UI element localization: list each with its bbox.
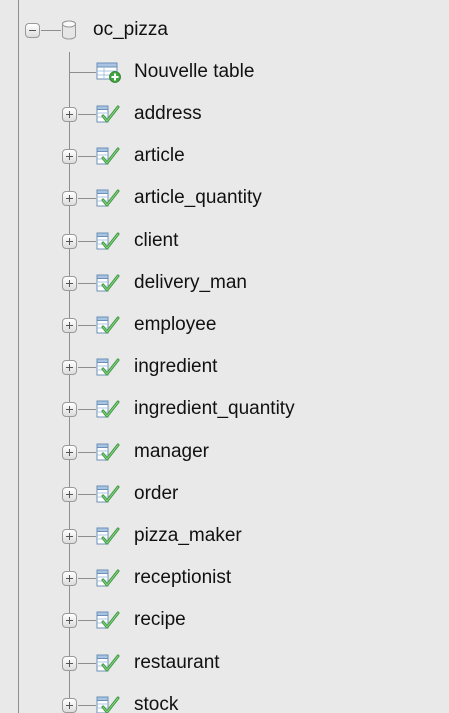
expand-icon[interactable] bbox=[62, 571, 77, 586]
expand-icon[interactable] bbox=[62, 107, 77, 122]
tree-connector bbox=[78, 409, 96, 410]
table-name[interactable]: article bbox=[134, 145, 185, 167]
tree-connector bbox=[78, 325, 96, 326]
table-row[interactable]: employee bbox=[0, 305, 449, 347]
new-table-icon bbox=[96, 62, 121, 83]
expand-icon[interactable] bbox=[62, 360, 77, 375]
table-row[interactable]: pizza_maker bbox=[0, 516, 449, 558]
table-row[interactable]: article_quantity bbox=[0, 178, 449, 220]
tree-connector bbox=[78, 367, 96, 368]
tree-connector bbox=[78, 705, 96, 706]
expand-icon[interactable] bbox=[62, 191, 77, 206]
table-icon[interactable] bbox=[96, 652, 122, 674]
table-name[interactable]: employee bbox=[134, 314, 216, 336]
tree-connector bbox=[78, 663, 96, 664]
table-name[interactable]: stock bbox=[134, 694, 178, 713]
collapse-icon[interactable] bbox=[25, 23, 40, 38]
new-table-node[interactable]: Nouvelle table bbox=[0, 52, 449, 94]
expand-icon[interactable] bbox=[62, 529, 77, 544]
table-name[interactable]: receptionist bbox=[134, 567, 231, 589]
expand-icon[interactable] bbox=[62, 698, 77, 713]
tree-connector bbox=[78, 114, 96, 115]
table-row[interactable]: delivery_man bbox=[0, 263, 449, 305]
tree-connector bbox=[78, 452, 96, 453]
table-row[interactable]: order bbox=[0, 474, 449, 516]
expand-icon[interactable] bbox=[62, 402, 77, 417]
table-name[interactable]: client bbox=[134, 230, 178, 252]
expand-icon[interactable] bbox=[62, 487, 77, 502]
table-name[interactable]: ingredient_quantity bbox=[134, 398, 295, 420]
expand-icon[interactable] bbox=[62, 149, 77, 164]
table-name[interactable]: recipe bbox=[134, 609, 186, 631]
table-name[interactable]: address bbox=[134, 103, 202, 125]
table-row[interactable]: ingredient_quantity bbox=[0, 389, 449, 431]
table-icon[interactable] bbox=[96, 187, 122, 209]
table-icon[interactable] bbox=[96, 272, 122, 294]
tree-connector bbox=[78, 494, 96, 495]
table-row[interactable]: manager bbox=[0, 432, 449, 474]
expand-icon[interactable] bbox=[62, 613, 77, 628]
table-row[interactable]: ingredient bbox=[0, 347, 449, 389]
database-icon bbox=[62, 20, 76, 40]
table-row[interactable]: stock bbox=[0, 685, 449, 713]
tree-connector bbox=[78, 241, 96, 242]
tree-connector bbox=[41, 30, 61, 31]
table-icon[interactable] bbox=[96, 103, 122, 125]
table-row[interactable]: restaurant bbox=[0, 643, 449, 685]
table-name[interactable]: restaurant bbox=[134, 652, 220, 674]
table-icon[interactable] bbox=[96, 398, 122, 420]
table-icon[interactable] bbox=[96, 314, 122, 336]
table-icon[interactable] bbox=[96, 230, 122, 252]
table-icon[interactable] bbox=[96, 441, 122, 463]
tree-connector bbox=[78, 283, 96, 284]
table-name[interactable]: article_quantity bbox=[134, 187, 262, 209]
tree-connector bbox=[70, 72, 96, 73]
expand-icon[interactable] bbox=[62, 656, 77, 671]
table-icon[interactable] bbox=[96, 609, 122, 631]
navigation-tree: oc_pizza Nouvelle table address article ar… bbox=[0, 0, 449, 713]
tree-connector bbox=[78, 536, 96, 537]
table-icon[interactable] bbox=[96, 567, 122, 589]
expand-icon[interactable] bbox=[62, 276, 77, 291]
table-name[interactable]: order bbox=[134, 483, 178, 505]
table-row[interactable]: article bbox=[0, 136, 449, 178]
new-table-link[interactable]: Nouvelle table bbox=[134, 61, 254, 83]
tree-connector bbox=[78, 198, 96, 199]
table-name[interactable]: manager bbox=[134, 441, 209, 463]
table-row[interactable]: address bbox=[0, 94, 449, 136]
table-icon[interactable] bbox=[96, 694, 122, 713]
table-icon[interactable] bbox=[96, 525, 122, 547]
table-icon[interactable] bbox=[96, 356, 122, 378]
table-row[interactable]: recipe bbox=[0, 600, 449, 642]
table-icon[interactable] bbox=[96, 145, 122, 167]
expand-icon[interactable] bbox=[62, 318, 77, 333]
table-name[interactable]: ingredient bbox=[134, 356, 217, 378]
tree-connector bbox=[78, 620, 96, 621]
expand-icon[interactable] bbox=[62, 234, 77, 249]
table-row[interactable]: client bbox=[0, 221, 449, 263]
expand-icon[interactable] bbox=[62, 445, 77, 460]
table-row[interactable]: receptionist bbox=[0, 558, 449, 600]
table-icon[interactable] bbox=[96, 483, 122, 505]
database-name[interactable]: oc_pizza bbox=[93, 19, 168, 41]
table-name[interactable]: pizza_maker bbox=[134, 525, 242, 547]
tree-connector bbox=[78, 156, 96, 157]
tree-connector bbox=[78, 578, 96, 579]
database-node[interactable]: oc_pizza bbox=[0, 10, 449, 52]
table-name[interactable]: delivery_man bbox=[134, 272, 247, 294]
